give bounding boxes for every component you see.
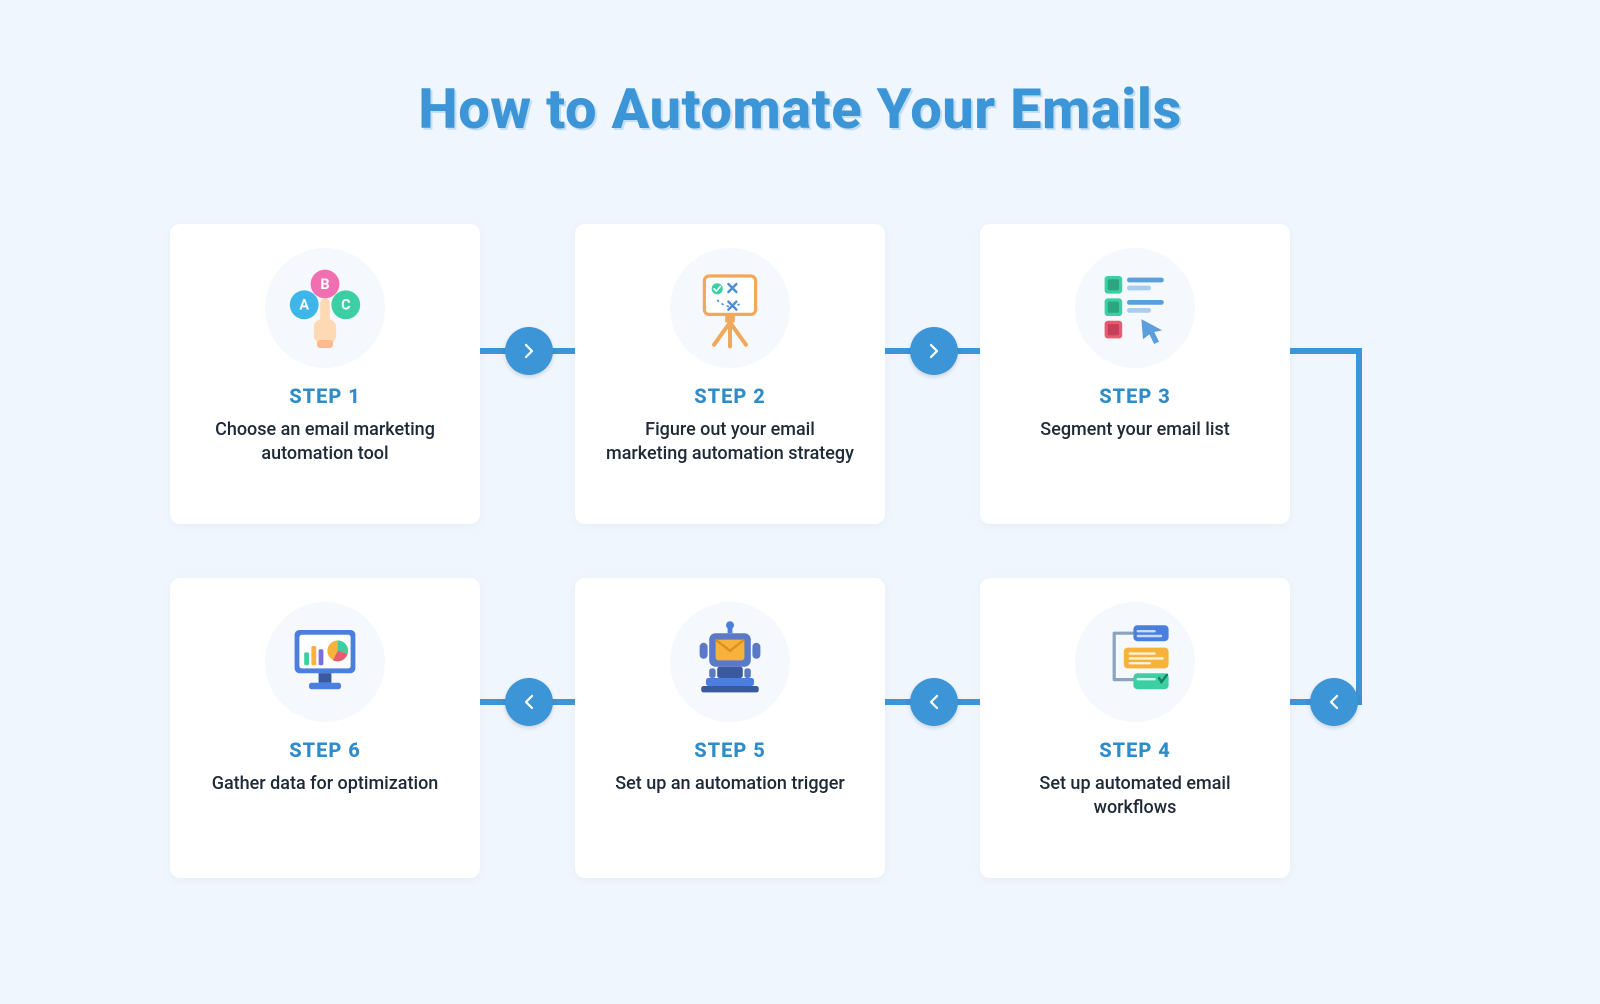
connector-line — [1290, 348, 1362, 354]
segment-list-icon — [1075, 248, 1195, 368]
step-desc: Gather data for optimization — [184, 772, 467, 796]
step-label: STEP 1 — [289, 384, 361, 408]
svg-text:C: C — [341, 297, 350, 314]
chevron-left-icon — [505, 678, 553, 726]
step-label: STEP 3 — [1099, 384, 1171, 408]
step-label: STEP 2 — [694, 384, 766, 408]
step-desc: Set up an automation trigger — [587, 772, 873, 796]
step-label: STEP 5 — [694, 738, 766, 762]
step-desc: Figure out your email marketing automati… — [575, 418, 885, 467]
step-label: STEP 4 — [1099, 738, 1171, 762]
svg-text:B: B — [320, 276, 329, 293]
svg-text:A: A — [299, 297, 309, 314]
analytics-monitor-icon — [265, 602, 385, 722]
abc-choose-icon: A B C — [265, 248, 385, 368]
connector-line — [1356, 348, 1362, 705]
diagram-canvas: How to Automate Your Emails A B C STEP 1… — [0, 0, 1600, 1004]
chevron-right-icon — [910, 327, 958, 375]
robot-trigger-icon — [670, 602, 790, 722]
page-title: How to Automate Your Emails — [0, 76, 1600, 142]
chevron-left-icon — [910, 678, 958, 726]
step-desc: Choose an email marketing automation too… — [170, 418, 480, 467]
workflow-chat-icon — [1075, 602, 1195, 722]
chevron-left-icon — [1310, 678, 1358, 726]
step-card-5: STEP 5 Set up an automation trigger — [575, 578, 885, 878]
step-card-6: STEP 6 Gather data for optimization — [170, 578, 480, 878]
chevron-right-icon — [505, 327, 553, 375]
strategy-easel-icon — [670, 248, 790, 368]
step-card-2: STEP 2 Figure out your email marketing a… — [575, 224, 885, 524]
step-desc: Set up automated email workflows — [980, 772, 1290, 821]
step-card-1: A B C STEP 1 Choose an email marketing a… — [170, 224, 480, 524]
step-label: STEP 6 — [289, 738, 361, 762]
step-desc: Segment your email list — [1012, 418, 1257, 442]
step-card-3: STEP 3 Segment your email list — [980, 224, 1290, 524]
step-card-4: STEP 4 Set up automated email workflows — [980, 578, 1290, 878]
